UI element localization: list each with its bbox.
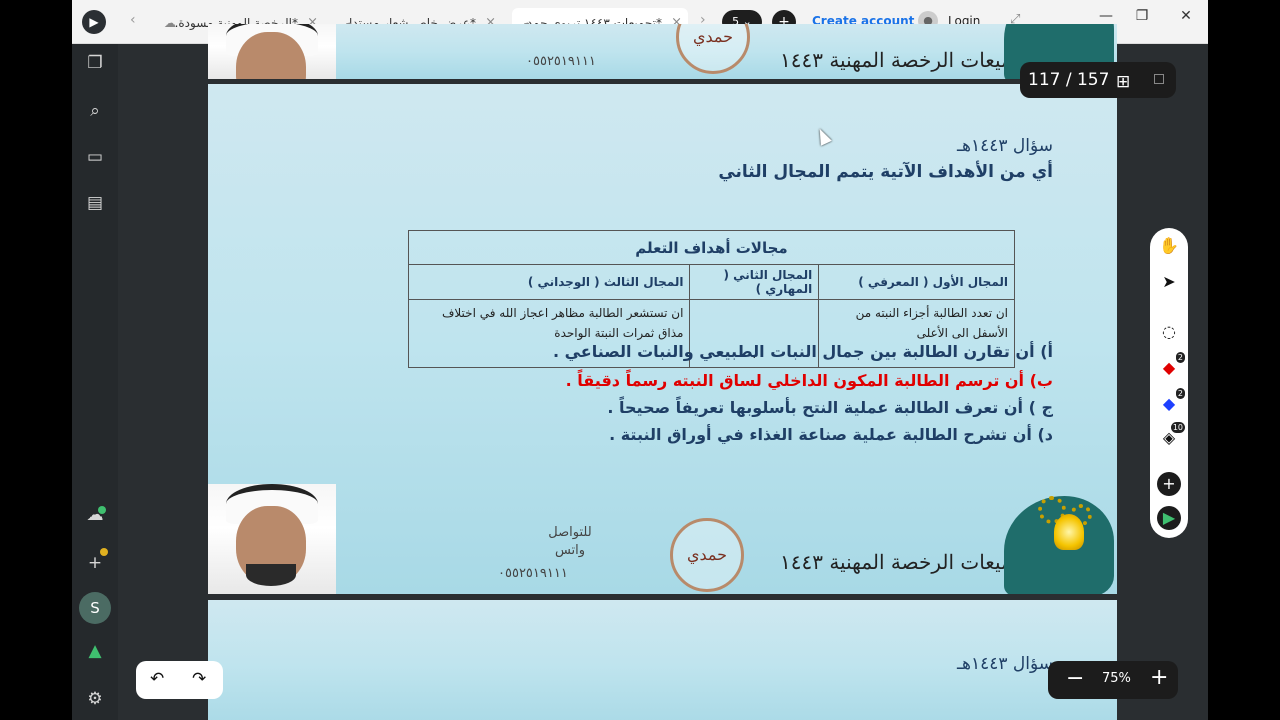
zoom-control: − 75% +: [1048, 661, 1178, 699]
slide-previous: ٠٥٥٢٥١٩١١١ حمدي تجميعات الرخصة المهنية ١…: [208, 24, 1117, 79]
pointer-arrow-icon[interactable]: ➤: [1157, 270, 1181, 294]
settings-gear-icon[interactable]: ⚙: [84, 688, 106, 710]
option-a: أ) أن تقارن الطالبة بين جمال النبات الطب…: [552, 342, 1053, 361]
undo-redo-panel: ↶ ↷: [136, 661, 223, 699]
save-icon[interactable]: ▤: [84, 192, 106, 214]
maximize-button[interactable]: ❐: [1126, 8, 1158, 28]
slide-current: سؤال ١٤٤٣هـ أي من الأهداف الآتية يتمم ال…: [208, 84, 1117, 594]
option-c: ج ) أن تعرف الطالبة عملية النتح بأسلوبها…: [607, 398, 1053, 417]
swap-icon[interactable]: S: [79, 592, 111, 624]
table-title: مجالات أهداف التعلم: [408, 230, 1015, 265]
option-b-correct: ب) أن ترسم الطالبة المكون الداخلي لساق ا…: [565, 371, 1053, 390]
hand-pan-icon[interactable]: ✋: [1157, 234, 1181, 258]
beard-shape: [246, 564, 296, 586]
blue-pen-count: 2: [1175, 388, 1185, 399]
red-pen-count: 2: [1175, 352, 1185, 363]
presenter-photo: [208, 24, 336, 79]
single-page-icon[interactable]: [1154, 74, 1164, 84]
add-tool-icon[interactable]: +: [1157, 472, 1181, 496]
app-switch-icon[interactable]: ▶: [1157, 506, 1181, 530]
phone-number: ٠٥٥٢٥١٩١١١: [498, 566, 568, 581]
eraser-count: 10: [1170, 422, 1185, 433]
annotation-toolbar: ✋ ➤ ◌ ◆ 2 ◆ 2 ◈ 10 + ▶: [1150, 228, 1188, 538]
undo-icon[interactable]: ↶: [150, 669, 164, 689]
keyboard-icon[interactable]: ▭: [84, 146, 106, 168]
search-icon[interactable]: ⌕: [84, 100, 106, 122]
app-window: ▶ ‹ ☁ *الرخصة المهنية مسودة... × ☁ *عرض …: [72, 0, 1208, 720]
question-year: سؤال ١٤٤٣هـ: [957, 654, 1053, 674]
table-header: المجال الثاني ( المهاري ): [689, 264, 820, 300]
zoom-in-button[interactable]: +: [1150, 665, 1168, 690]
sync-badge: [98, 506, 106, 514]
contact-line: للتواصل: [548, 525, 592, 540]
lasso-icon[interactable]: ◌: [1157, 320, 1181, 344]
stamp-logo: حمدي: [676, 24, 750, 74]
slide-next: سؤال ١٤٤٣هـ: [208, 600, 1117, 720]
graduation-cap-icon[interactable]: ▲: [84, 640, 106, 662]
brand-title: تجميعات الرخصة المهنية ١٤٤٣: [780, 48, 1032, 72]
zoom-out-button[interactable]: −: [1066, 666, 1084, 691]
option-d: د) أن تشرح الطالبة عملية صناعة الغذاء في…: [609, 425, 1053, 444]
cloud-icon: ☁: [164, 16, 176, 30]
table-header: المجال الثالث ( الوجداني ): [407, 264, 691, 300]
page-counter[interactable]: 117 / 157 ⊞: [1020, 62, 1176, 98]
presenter-photo: [208, 484, 336, 594]
left-sidebar: ❐ ⌕ ▭ ▤ ☁ + S ▲ ⚙: [72, 44, 118, 720]
app-logo-icon[interactable]: ▶: [82, 10, 106, 34]
contact-info: للتواصل واتس: [540, 524, 600, 560]
question-year: سؤال ١٤٤٣هـ: [957, 136, 1053, 156]
grid-view-icon[interactable]: ⊞: [1116, 72, 1130, 92]
pages-icon[interactable]: ❐: [84, 52, 106, 74]
question-text: أي من الأهداف الآتية يتمم المجال الثاني: [718, 162, 1053, 182]
chevron-left-icon[interactable]: ‹: [130, 12, 136, 28]
plugin-badge: [100, 548, 108, 556]
redo-icon[interactable]: ↷: [192, 669, 206, 689]
phone-number: ٠٥٥٢٥١٩١١١: [526, 54, 596, 69]
lightbulb-icon: [1054, 514, 1084, 550]
eraser-icon[interactable]: ◈ 10: [1157, 422, 1185, 450]
close-window-button[interactable]: ✕: [1170, 8, 1202, 28]
red-pen-icon[interactable]: ◆ 2: [1157, 352, 1185, 380]
blue-highlighter-icon[interactable]: ◆ 2: [1157, 388, 1185, 416]
document-viewer[interactable]: ٠٥٥٢٥١٩١١١ حمدي تجميعات الرخصة المهنية ١…: [118, 24, 1208, 720]
page-number: 117 / 157: [1028, 70, 1110, 90]
table-header: المجال الأول ( المعرفي ): [818, 264, 1015, 300]
zoom-level: 75%: [1102, 671, 1131, 686]
stamp-logo: حمدي: [670, 518, 744, 592]
brand-title: تجميعات الرخصة المهنية ١٤٤٣: [780, 550, 1032, 574]
contact-line: واتس: [554, 543, 586, 558]
